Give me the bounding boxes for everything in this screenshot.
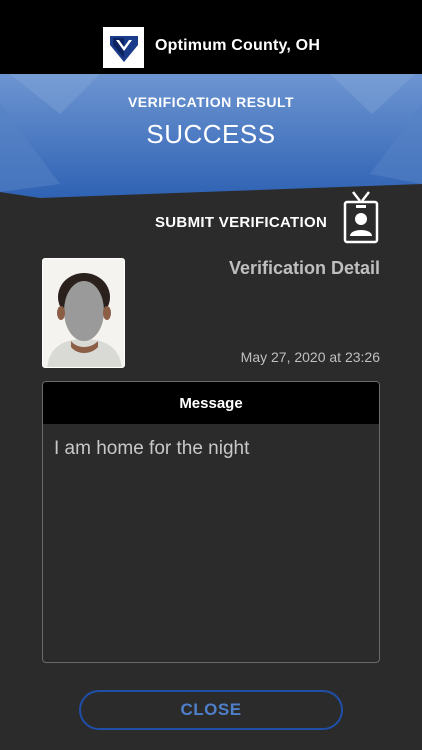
verification-detail-title: Verification Detail — [228, 258, 380, 278]
shield-v-logo-icon — [103, 27, 144, 68]
submit-verification-label[interactable]: SUBMIT VERIFICATION — [155, 214, 327, 231]
id-badge-icon[interactable] — [340, 190, 382, 244]
message-text: I am home for the night — [54, 438, 250, 459]
verification-timestamp: May 27, 2020 at 23:26 — [240, 349, 380, 365]
banner-label: VERIFICATION RESULT — [127, 94, 295, 110]
verification-status: SUCCESS — [146, 119, 276, 149]
top-bar: Optimum County, OH — [0, 0, 422, 74]
message-box: Message I am home for the night — [42, 381, 380, 663]
result-banner: VERIFICATION RESULT SUCCESS — [0, 74, 422, 198]
face-photo-icon — [42, 258, 125, 368]
county-name: Optimum County, OH — [155, 37, 321, 54]
close-button[interactable]: CLOSE — [79, 690, 343, 730]
message-header: Message — [43, 382, 379, 424]
